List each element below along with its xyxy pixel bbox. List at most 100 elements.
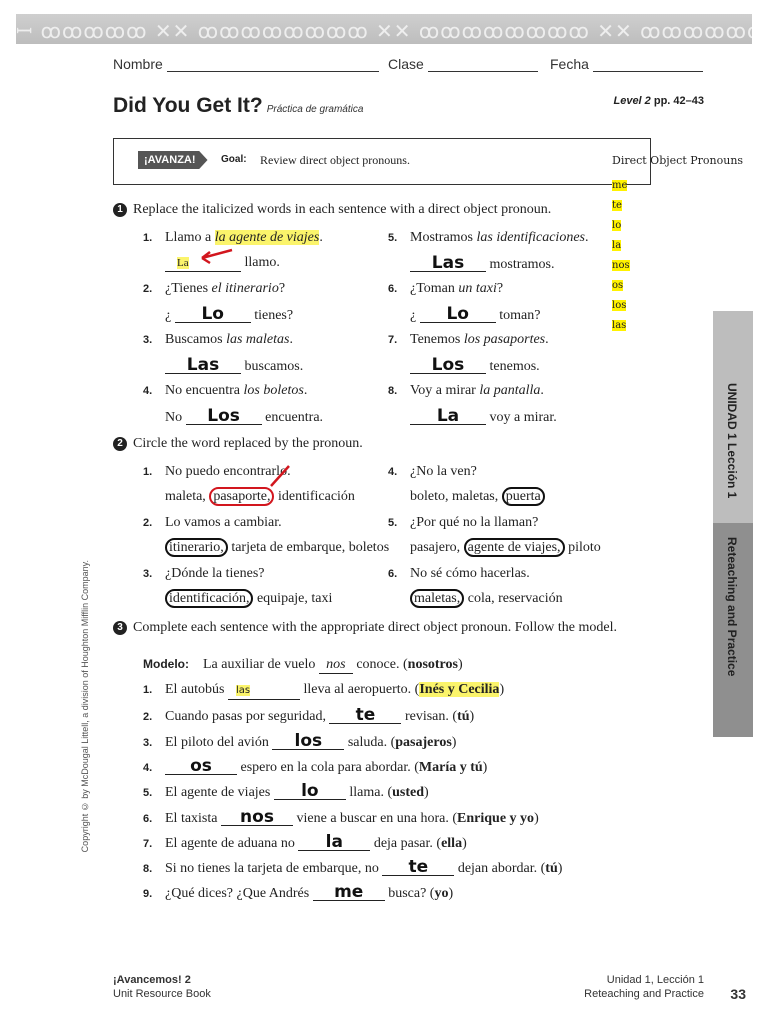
pronoun-item: las bbox=[612, 320, 627, 331]
pronoun-item: la bbox=[612, 240, 622, 251]
goal-box: ¡AVANZA! Goal: Review direct object pron… bbox=[113, 138, 651, 185]
option-word[interactable]: maletas, bbox=[452, 489, 498, 504]
answer-blank[interactable]: La bbox=[410, 408, 486, 425]
exercise2-item: 6. No sé cómo hacerlas. bbox=[388, 566, 530, 581]
option-word[interactable]: reservación bbox=[498, 591, 563, 606]
fecha-field[interactable]: Fecha bbox=[550, 56, 703, 72]
exercise3-item: 5. El agente de viajes lo llama. (usted) bbox=[143, 781, 429, 802]
answer-blank[interactable]: Lo bbox=[174, 306, 251, 323]
exercise2-item: 2. Lo vamos a cambiar. bbox=[143, 515, 282, 530]
exercise3-item: 7. El agente de aduana no la deja pasar. … bbox=[143, 831, 467, 852]
option-word[interactable]: piloto bbox=[568, 540, 601, 555]
clase-field[interactable]: Clase bbox=[388, 56, 538, 72]
exercise1-item: 5. Mostramos las identificaciones. bbox=[388, 230, 589, 245]
section1-instruction: 1 Replace the italicized words in each se… bbox=[113, 202, 551, 218]
answer-blank[interactable]: me bbox=[312, 884, 385, 902]
answer-blank[interactable]: Las bbox=[165, 357, 241, 374]
exercise3-item: 2. Cuando pasas por seguridad, te revisan… bbox=[143, 705, 475, 726]
footer-book: ¡Avancemos! 2 Unit Resource Book bbox=[113, 974, 211, 1000]
option-word[interactable]: puerta bbox=[501, 487, 545, 506]
footer-lesson: Unidad 1, Lección 1 Reteaching and Practi… bbox=[584, 974, 704, 1000]
answer-blank[interactable]: Los bbox=[185, 408, 262, 425]
answer-blank[interactable]: Las bbox=[410, 255, 486, 272]
option-word[interactable]: equipaje, bbox=[257, 591, 308, 606]
option-word[interactable]: boleto, bbox=[410, 489, 449, 504]
exercise2-options: boleto, maletas, puerta bbox=[410, 487, 545, 506]
option-word[interactable]: boletos bbox=[349, 540, 389, 555]
exercise3-item: 8. Si no tienes la tarjeta de embarque, n… bbox=[143, 857, 563, 878]
option-word[interactable]: agente de viajes, bbox=[463, 538, 565, 557]
nombre-field[interactable]: Nombre bbox=[113, 56, 379, 72]
exercise1-answer-line: No Los encuentra. bbox=[165, 406, 324, 426]
exercise1-answer-line: La voy a mirar. bbox=[410, 408, 557, 426]
exercise1-item: 1. Llamo a la agente de viajes. bbox=[143, 230, 323, 245]
exercise1-answer-line: Las buscamos. bbox=[165, 357, 303, 375]
pronoun-item: lo bbox=[612, 220, 622, 231]
option-word[interactable]: itinerario, bbox=[165, 538, 228, 557]
answer-blank[interactable]: Los bbox=[410, 357, 486, 374]
exercise3-item: 4. os espero en la cola para abordar. (Ma… bbox=[143, 755, 488, 776]
option-word[interactable]: cola, bbox=[468, 591, 495, 606]
answer-blank[interactable]: Lo bbox=[419, 306, 496, 323]
answer-blank[interactable]: las bbox=[228, 683, 300, 700]
avanza-badge: ¡AVANZA! bbox=[138, 151, 208, 169]
exercise2-options: maletas, cola, reservación bbox=[410, 589, 563, 608]
model-answer: nos bbox=[318, 657, 353, 674]
copyright-notice: Copyright © by McDougal Littell, a divis… bbox=[80, 560, 90, 853]
answer-blank[interactable]: la bbox=[298, 833, 371, 851]
answer-blank[interactable]: os bbox=[165, 757, 237, 775]
answer-blank[interactable]: los bbox=[272, 732, 345, 750]
section3-instruction: 3 Complete each sentence with the appropr… bbox=[113, 619, 623, 636]
pronoun-item: me bbox=[612, 180, 628, 191]
answer-blank[interactable]: te bbox=[382, 859, 455, 877]
pronoun-list-title: Direct Object Pronouns bbox=[612, 154, 744, 167]
exercise1-item: 3. Buscamos las maletas. bbox=[143, 332, 293, 347]
option-word[interactable]: tarjeta de embarque, bbox=[231, 540, 345, 555]
option-word[interactable]: taxi bbox=[311, 591, 332, 606]
page-number: 33 bbox=[730, 986, 746, 1002]
exercise1-item: 7. Tenemos los pasaportes. bbox=[388, 332, 549, 347]
goal-label: Goal: bbox=[221, 154, 247, 165]
exercise2-options: maleta, pasaporte, identificación bbox=[165, 487, 355, 506]
answer-blank[interactable]: nos bbox=[221, 808, 293, 826]
nombre-blank[interactable] bbox=[166, 71, 379, 72]
fecha-label: Fecha bbox=[550, 56, 589, 72]
exercise2-options: identificación, equipaje, taxi bbox=[165, 589, 332, 608]
exercise3-item: 3. El piloto del avión los saluda. (pasaj… bbox=[143, 730, 457, 751]
section-number-icon: 1 bbox=[113, 203, 127, 217]
pronoun-item: nos bbox=[612, 260, 630, 271]
clase-label: Clase bbox=[388, 56, 424, 72]
exercise2-options: itinerario, tarjeta de embarque, boletos bbox=[165, 538, 389, 557]
answer-blank[interactable]: te bbox=[329, 707, 402, 725]
section-number-icon: 2 bbox=[113, 437, 127, 451]
section-number-icon: 3 bbox=[113, 621, 127, 635]
answer-blank[interactable]: lo bbox=[273, 783, 346, 801]
exercise1-item: 6. ¿Toman un taxi? bbox=[388, 281, 504, 296]
page-subtitle: Práctica de gramática bbox=[266, 104, 364, 115]
pronoun-item: los bbox=[612, 300, 627, 311]
exercise2-options: pasajero, agente de viajes, piloto bbox=[410, 538, 601, 557]
exercise1-answer-line: ¿ Lo tienes? bbox=[165, 304, 294, 324]
exercise2-item: 5. ¿Por qué no la llaman? bbox=[388, 515, 539, 530]
section-tab: Reteaching and Practice bbox=[713, 523, 753, 737]
model-sentence: Modelo: La auxiliar de vuelo nos conoce. … bbox=[143, 657, 463, 674]
option-word[interactable]: maletas, bbox=[410, 589, 465, 608]
page-title: Did You Get It? Práctica de gramática bbox=[113, 94, 364, 117]
red-line-annotation bbox=[270, 465, 290, 487]
fecha-blank[interactable] bbox=[592, 71, 703, 72]
option-word[interactable]: maleta, bbox=[165, 489, 206, 504]
pronoun-item: te bbox=[612, 200, 622, 211]
exercise1-answer-line: Las mostramos. bbox=[410, 255, 554, 273]
exercise1-answer-line: Los tenemos. bbox=[410, 357, 540, 375]
exercise2-item: 4. ¿No la ven? bbox=[388, 464, 477, 479]
exercise3-item: 6. El taxista nos viene a buscar en una h… bbox=[143, 806, 539, 827]
exercise1-item: 2. ¿Tienes el itinerario? bbox=[143, 281, 286, 296]
clase-blank[interactable] bbox=[427, 71, 538, 72]
option-word[interactable]: pasajero, bbox=[410, 540, 460, 555]
option-word[interactable]: identificación, bbox=[165, 589, 254, 608]
decorative-banner: ꟷ ꝏꝏꝏꝏꝏ ✕✕ ꝏꝏꝏꝏꝏꝏꝏꝏ ✕✕ ꝏꝏꝏꝏꝏꝏꝏꝏ ✕✕ ꝏꝏꝏꝏꝏ… bbox=[16, 14, 752, 44]
pronoun-item: os bbox=[612, 280, 624, 291]
section2-instruction: 2 Circle the word replaced by the pronoun… bbox=[113, 436, 363, 452]
red-arrow-annotation bbox=[201, 248, 233, 265]
unit-tab: UNIDAD 1 Lección 1 bbox=[713, 311, 753, 523]
